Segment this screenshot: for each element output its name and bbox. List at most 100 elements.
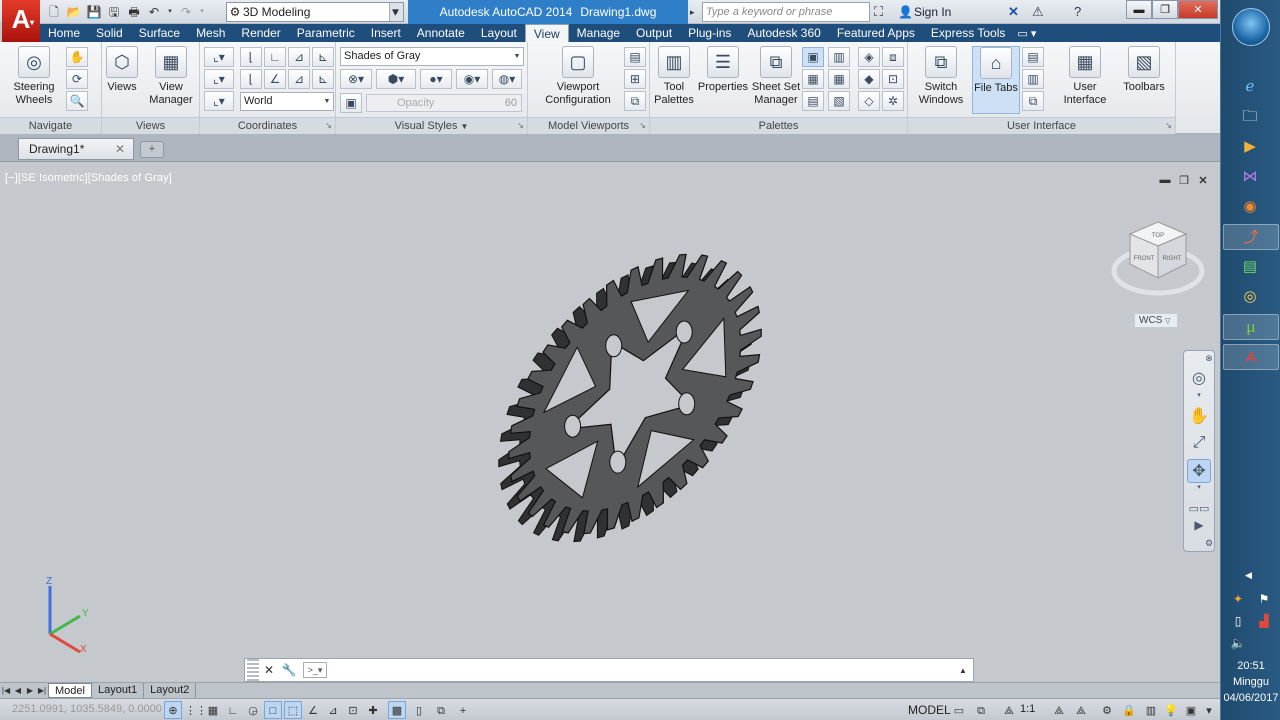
restore-viewports-icon[interactable]: ⧉ [624,91,646,111]
tab-parametric[interactable]: Parametric [289,24,363,42]
tab-mesh[interactable]: Mesh [188,24,233,42]
tab-layout[interactable]: Layout [473,24,525,42]
firefox-icon[interactable]: ◉ [1233,194,1267,220]
volume-icon[interactable]: 🔈 [1229,636,1247,650]
materials-browser-icon[interactable]: ◈ [858,47,880,67]
material-icon[interactable]: ●▾ [420,69,452,89]
grid-display-icon[interactable]: ▦ [204,701,222,719]
search-input[interactable]: Type a keyword or phrase [702,2,870,22]
external-refs-icon[interactable]: ▧ [828,91,850,111]
ucs-zaxis-icon[interactable]: ⊾ [312,47,334,67]
ucs-x-icon[interactable]: ⊿ [288,69,310,89]
tool-palettes-button[interactable]: ▥ Tool Palettes [652,46,696,107]
ucs-world-icon[interactable]: ⌊ [240,47,262,67]
tab-insert[interactable]: Insert [363,24,409,42]
user-interface-button[interactable]: ▦ User Interface [1054,46,1116,107]
visual-styles-manager-icon[interactable]: ◆ [858,69,880,89]
file-explorer-icon[interactable]: 🗀 [1233,104,1267,130]
join-viewports-icon[interactable]: ⊞ [624,69,646,89]
named-viewports-icon[interactable]: ▤ [624,47,646,67]
layout-tab-layout1[interactable]: Layout1 [92,683,145,698]
shadows-icon[interactable]: ⬢▾ [376,69,416,89]
steering-wheels-button[interactable]: ◎ Steering Wheels [6,46,62,107]
opacity-slider[interactable]: Opacity 60 [366,94,522,112]
dynamic-ucs-icon[interactable]: ⊿ [324,701,342,719]
viewport-restore-icon[interactable]: ❐ [1177,174,1191,187]
pan-icon[interactable]: ✋ [66,47,88,67]
dialog-launcher-icon[interactable]: ↘ [639,118,646,134]
gear-3d-model[interactable] [455,182,815,622]
sun-properties-icon[interactable]: ⊡ [882,69,904,89]
tab-plug-ins[interactable]: Plug-ins [680,24,739,42]
application-menu-button[interactable]: A ▾ [2,0,40,42]
battery-icon[interactable]: ▯ [1229,614,1247,628]
ucs-y-icon[interactable]: ⊾ [312,69,334,89]
edge-style-icon[interactable]: ◍▾ [492,69,522,89]
drawing-viewport[interactable]: [−][SE Isometric][Shades of Gray] ▬ ❐ ✕ … [0,164,1220,682]
utorrent-icon[interactable]: µ [1223,314,1279,340]
opacity-icon[interactable]: ▣ [340,93,362,113]
model-space-toggle[interactable]: MODEL [908,703,951,717]
viewport-minimize-icon[interactable]: ▬ [1158,174,1172,186]
sheet-set-manager-button[interactable]: ⧉ Sheet Set Manager [750,46,802,107]
command-prompt-icon[interactable]: >_▾ [303,662,327,678]
new-icon[interactable]: 🗋 [46,4,62,20]
chrome-icon[interactable]: ◎ [1233,284,1267,310]
start-button[interactable] [1232,8,1270,46]
viewport-controls-label[interactable]: [−][SE Isometric][Shades of Gray] [5,172,172,184]
visual-studio-icon[interactable]: ⋈ [1233,164,1267,190]
stay-connected-icon[interactable]: ⚠ [1032,3,1044,21]
binoculars-icon[interactable]: ⛶ [874,3,883,21]
views-button[interactable]: ⬡ Views [104,46,140,94]
viewcube[interactable]: TOP FRONT RIGHT [1108,216,1208,306]
last-layout-icon[interactable]: ▶| [36,686,48,695]
view-manager-button[interactable]: ▦ View Manager [144,46,198,107]
tab-view[interactable]: View [524,24,569,42]
markup-icon[interactable]: ▤ [802,91,824,111]
open-icon[interactable]: 📂 [66,4,82,20]
ucs-named-icon[interactable]: ⌞▾ [204,91,234,111]
annotation-scale-value[interactable]: 1:1 [1020,703,1035,715]
object-snap-icon[interactable]: □ [264,701,282,719]
ucs-previous-icon[interactable]: ⌞▾ [204,69,234,89]
tile-horizontal-icon[interactable]: ▤ [1022,47,1044,67]
polar-tracking-icon[interactable]: ◶ [244,701,262,719]
annotation-scale-icon[interactable]: ⟁ [1000,701,1018,719]
toolbars-button[interactable]: ▧ Toolbars [1118,46,1170,94]
navbar-options-icon[interactable]: ⚙ [1204,537,1214,549]
visual-style-dropdown[interactable]: Shades of Gray ▼ [340,47,524,66]
snap-mode-icon[interactable]: ⋮⋮ [184,701,207,719]
close-button[interactable]: ✕ [1178,0,1218,19]
orbit-icon[interactable]: ⟳ [66,69,88,89]
ucs-3point-icon[interactable]: ⊿ [288,47,310,67]
advanced-render-icon[interactable]: ✲ [882,91,904,111]
tab-express-tools[interactable]: Express Tools [923,24,1013,42]
ucs-view-icon[interactable]: ⌊ [240,69,262,89]
ucs-dropdown[interactable]: World ▼ [240,92,334,111]
tab-home[interactable]: Home [40,24,88,42]
orbit-icon[interactable]: ✥ [1187,459,1211,483]
ucs-icon[interactable]: ⌞▾ [204,47,234,67]
zoom-icon[interactable]: 🔍 [66,91,88,111]
3d-object-snap-icon[interactable]: ⬚ [284,701,302,719]
dialog-launcher-icon[interactable]: ↘ [517,118,524,134]
tab-featured-apps[interactable]: Featured Apps [829,24,923,42]
quick-properties-icon[interactable]: ▯ [410,701,428,719]
next-layout-icon[interactable]: ▶ [24,686,36,695]
sprocket-gear[interactable] [498,253,762,543]
lock-ui-icon[interactable]: 🔒 [1120,701,1138,719]
ucs-origin-icon[interactable]: ∟ [264,47,286,67]
tab-annotate[interactable]: Annotate [409,24,473,42]
layer-properties-icon[interactable]: ▦ [828,69,850,89]
dbconnect-icon[interactable]: ▥ [828,47,850,67]
exchange-apps-icon[interactable]: ✕ [1008,3,1019,21]
undo-icon[interactable]: ↶ [146,4,162,20]
close-icon[interactable]: ✕ [115,139,125,159]
tile-vertical-icon[interactable]: ▥ [1022,69,1044,89]
zoom-extents-icon[interactable]: ⤢ [1187,431,1211,455]
dialog-launcher-icon[interactable]: ↘ [325,118,332,134]
help-icon[interactable]: ? [1074,3,1081,21]
ucs-object-icon[interactable]: ∠ [264,69,286,89]
face-style-icon[interactable]: ◉▾ [456,69,488,89]
prev-layout-icon[interactable]: ◀ [12,686,24,695]
